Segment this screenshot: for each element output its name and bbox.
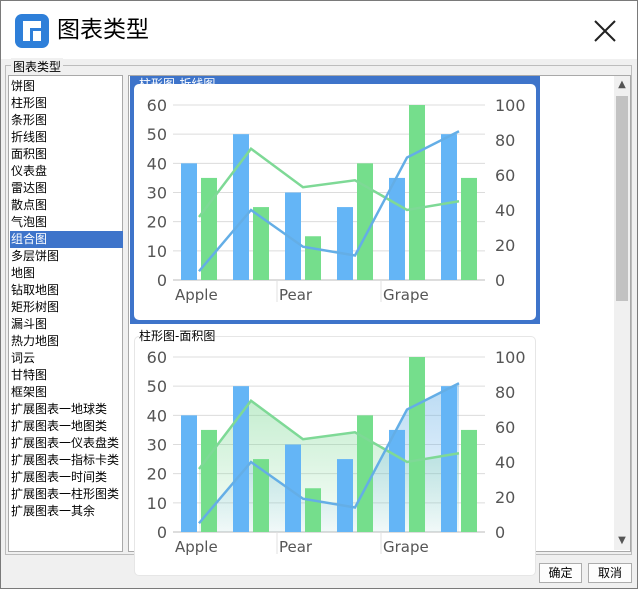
- bar-green: [461, 429, 477, 532]
- right-axis-tick-label: 60: [495, 418, 515, 437]
- dialog-title: 图表类型: [57, 17, 149, 43]
- combo-chart-bar-area: 0 10 20 30 40 50 60 0 20 40 60 80 100 Apple Pear Grape: [147, 348, 526, 556]
- left-axis-tick-label: 50: [147, 377, 167, 396]
- group-label: 图表类型: [11, 58, 64, 75]
- chart-type-item[interactable]: 组合图: [10, 231, 123, 248]
- chart-type-item[interactable]: 词云: [10, 350, 123, 367]
- right-axis-tick-label: 80: [495, 131, 515, 150]
- bar-blue: [337, 207, 353, 280]
- chart-type-item[interactable]: 面积图: [10, 146, 123, 163]
- x-tick-label: Pear: [279, 538, 313, 556]
- chart-type-item[interactable]: 饼图: [10, 78, 123, 95]
- combo-card-bar-line[interactable]: 柱形图-折线图 0 10 20 30 40 50 60 0 20 40 60 80 100 Apple Pe…: [130, 76, 540, 324]
- bar-green: [305, 488, 321, 532]
- bar-green: [357, 163, 373, 280]
- chart-type-item[interactable]: 矩形树图: [10, 299, 123, 316]
- combo-card-bar-area[interactable]: 柱形图-面积图 0 10 20 30 40 50 60 0 20 40 60 80 100 Apple Pe…: [130, 328, 540, 576]
- bar-green: [409, 357, 425, 532]
- bar-blue: [389, 429, 405, 532]
- right-axis-tick-label: 0: [495, 271, 505, 290]
- bar-blue: [441, 386, 457, 532]
- right-axis-tick-label: 40: [495, 453, 515, 472]
- scroll-up-icon[interactable]: ▲: [614, 76, 630, 94]
- chart-type-item[interactable]: 条形图: [10, 112, 123, 129]
- app-logo-icon: [15, 14, 49, 48]
- chart-type-item[interactable]: 扩展图表一地图类: [10, 418, 123, 435]
- chart-type-item[interactable]: 扩展图表一仪表盘类: [10, 435, 123, 452]
- x-tick-label: Apple: [175, 286, 218, 304]
- x-tick-label: Pear: [279, 286, 313, 304]
- bar-blue: [337, 459, 353, 532]
- left-axis-tick-label: 60: [147, 96, 167, 115]
- chart-type-item[interactable]: 折线图: [10, 129, 123, 146]
- chart-type-item[interactable]: 柱形图: [10, 95, 123, 112]
- bar-green: [357, 415, 373, 532]
- right-axis-tick-label: 40: [495, 201, 515, 220]
- left-axis-tick-label: 40: [147, 154, 167, 173]
- cancel-button[interactable]: 取消: [588, 563, 632, 583]
- left-axis-tick-label: 20: [147, 465, 167, 484]
- chart-type-item[interactable]: 扩展图表一时间类: [10, 469, 123, 486]
- left-axis-tick-label: 0: [157, 271, 167, 290]
- chart-type-item[interactable]: 扩展图表一柱形图类: [10, 486, 123, 503]
- chart-type-item[interactable]: 漏斗图: [10, 316, 123, 333]
- chart-type-dialog: 图表类型 图表类型 饼图 柱形图 条形图 折线图 面积图 仪表盘 雷达图 散点图 气泡图 组合图多…: [0, 0, 638, 589]
- chart-type-item[interactable]: 散点图: [10, 197, 123, 214]
- left-axis-tick-label: 40: [147, 406, 167, 425]
- ok-button[interactable]: 确定: [539, 563, 582, 583]
- chart-type-item[interactable]: 甘特图: [10, 367, 123, 384]
- right-axis-tick-label: 60: [495, 166, 515, 185]
- right-axis-tick-label: 80: [495, 383, 515, 402]
- left-axis-tick-label: 30: [147, 184, 167, 203]
- right-axis-tick-label: 100: [495, 96, 526, 115]
- bar-green: [409, 105, 425, 280]
- x-tick-label: Grape: [383, 538, 429, 556]
- combo-chart-bar-line: 0 10 20 30 40 50 60 0 20 40 60 80 100 Apple Pear Grape: [147, 96, 526, 304]
- left-axis-tick-label: 60: [147, 348, 167, 367]
- left-axis-tick-label: 10: [147, 242, 167, 261]
- chart-type-item[interactable]: 多层饼图: [10, 248, 123, 265]
- right-axis-tick-label: 0: [495, 523, 505, 542]
- bar-green: [461, 177, 477, 280]
- chart-type-item[interactable]: 扩展图表一指标卡类: [10, 452, 123, 469]
- chart-type-item[interactable]: 热力地图: [10, 333, 123, 350]
- left-axis-tick-label: 10: [147, 494, 167, 513]
- right-axis-tick-label: 100: [495, 348, 526, 367]
- chart-type-item[interactable]: 雷达图: [10, 180, 123, 197]
- scroll-down-icon[interactable]: ▼: [614, 532, 630, 550]
- bar-blue: [389, 177, 405, 280]
- chart-type-item[interactable]: 钻取地图: [10, 282, 123, 299]
- x-tick-label: Apple: [175, 538, 218, 556]
- scroll-thumb[interactable]: [616, 96, 628, 301]
- chart-type-item[interactable]: 仪表盘: [10, 163, 123, 180]
- bar-blue: [441, 134, 457, 280]
- chart-type-item[interactable]: 框架图: [10, 384, 123, 401]
- chart-type-item[interactable]: 扩展图表一地球类: [10, 401, 123, 418]
- title-bar: 图表类型: [1, 1, 637, 59]
- bar-blue: [181, 163, 197, 280]
- left-axis-tick-label: 0: [157, 523, 167, 542]
- right-axis-tick-label: 20: [495, 236, 515, 255]
- chart-type-list[interactable]: 饼图 柱形图 条形图 折线图 面积图 仪表盘 雷达图 散点图 气泡图 组合图 多层饼图 地图 钻取地图矩…: [8, 75, 123, 552]
- left-axis-tick-label: 50: [147, 125, 167, 144]
- chart-type-item[interactable]: 气泡图: [10, 214, 123, 231]
- x-tick-label: Grape: [383, 286, 429, 304]
- chart-type-item[interactable]: 地图: [10, 265, 123, 282]
- bar-blue: [181, 415, 197, 532]
- left-axis-tick-label: 30: [147, 436, 167, 455]
- right-axis-tick-label: 20: [495, 488, 515, 507]
- close-icon[interactable]: [589, 15, 621, 47]
- chart-type-item[interactable]: 扩展图表一其余: [10, 503, 123, 520]
- left-axis-tick-label: 20: [147, 213, 167, 232]
- bar-green: [305, 236, 321, 280]
